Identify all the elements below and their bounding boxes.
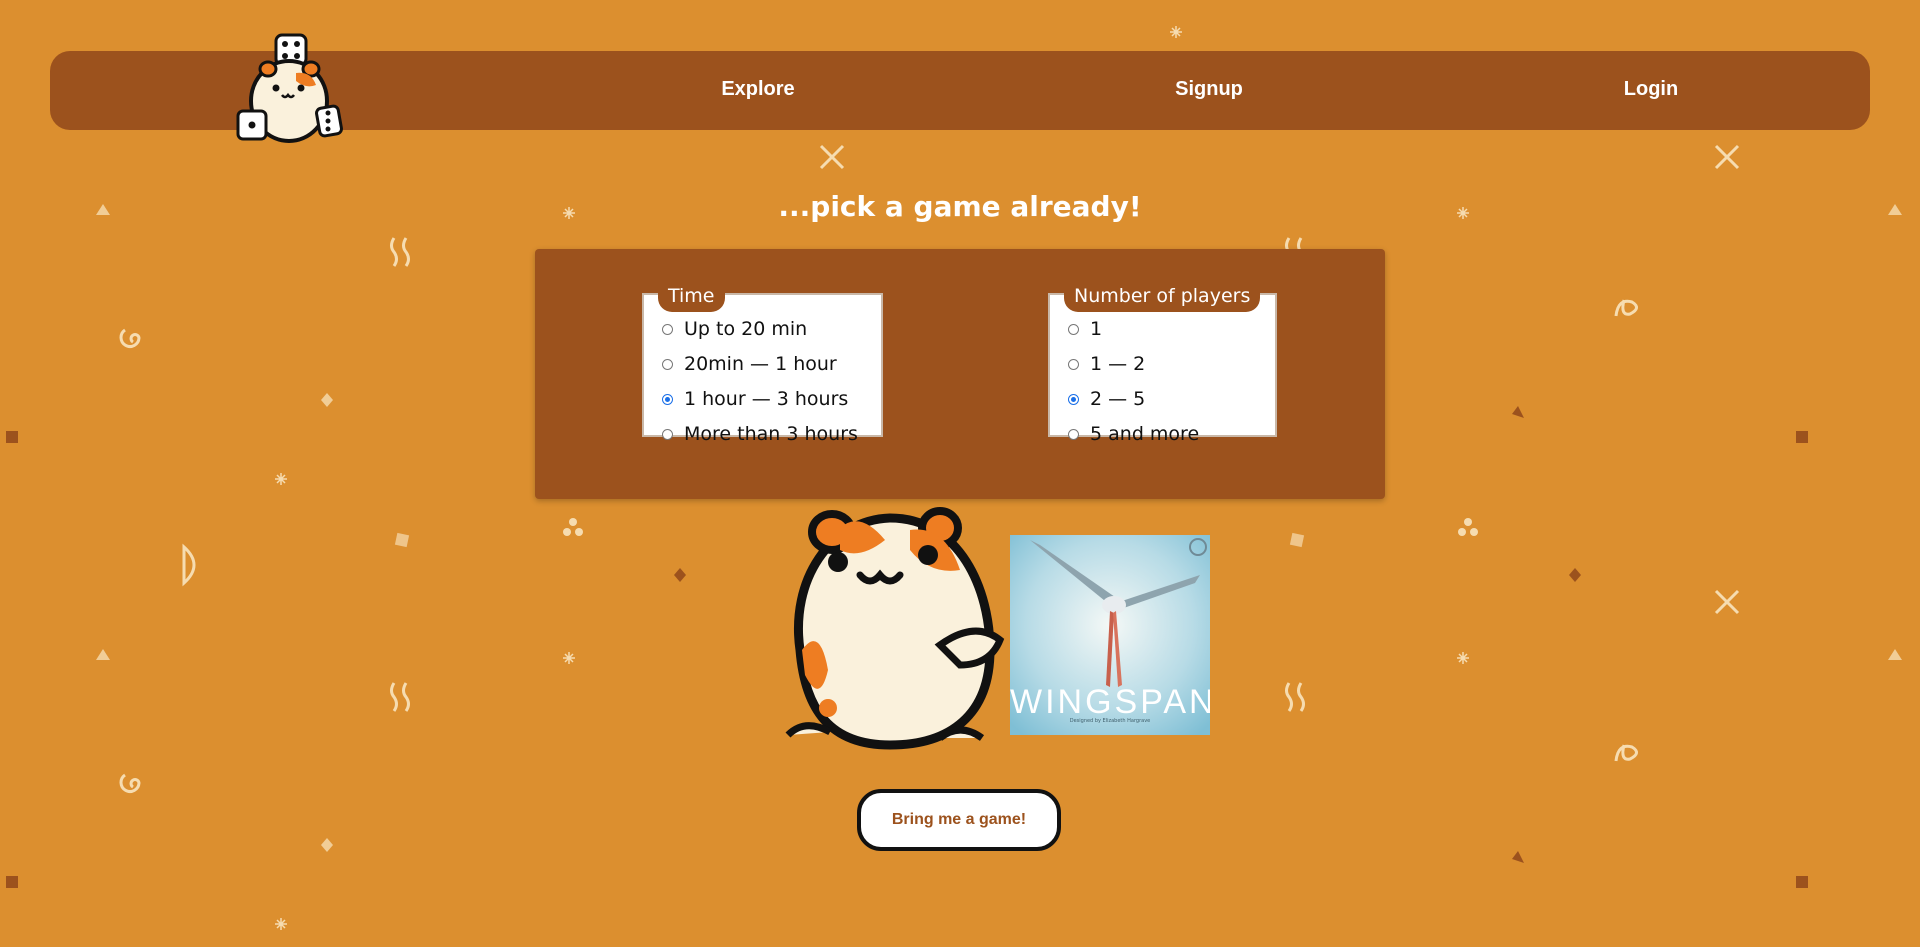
background-doodle [275, 473, 287, 485]
background-doodle [575, 528, 583, 536]
players-legend: Number of players [1064, 283, 1261, 312]
time-option-label: More than 3 hours [684, 423, 858, 445]
time-option-label: 1 hour — 3 hours [684, 388, 849, 410]
background-doodle [1464, 518, 1472, 526]
time-option[interactable]: 20min — 1 hour [662, 353, 837, 375]
time-option-label: Up to 20 min [684, 318, 808, 340]
players-option[interactable]: 1 [1068, 318, 1102, 340]
time-option[interactable]: 1 hour — 3 hours [662, 388, 848, 410]
time-legend: Time [658, 283, 725, 312]
time-radio[interactable] [662, 323, 673, 335]
time-radio[interactable] [662, 428, 673, 440]
time-fieldset: Time Up to 20 min 20min — 1 hour 1 hour … [642, 283, 883, 445]
background-doodle [6, 431, 18, 443]
background-doodle [569, 518, 577, 526]
background-doodle [1888, 649, 1902, 660]
background-doodle [1796, 876, 1808, 888]
filter-panel: Time Up to 20 min 20min — 1 hour 1 hour … [535, 249, 1385, 499]
background-doodle [119, 328, 141, 348]
time-radio[interactable] [662, 393, 673, 405]
background-doodle [390, 682, 410, 712]
players-fieldset: Number of players 1 1 — 2 2 — 5 5 and mo… [1048, 283, 1277, 445]
background-doodle [1170, 26, 1182, 38]
players-option-label: 1 — 2 [1090, 353, 1146, 375]
background-doodle [1569, 568, 1581, 582]
background-doodle [1512, 406, 1524, 418]
page-title: ...pick a game already! [778, 190, 1142, 223]
background-doodle [96, 649, 110, 660]
players-option[interactable]: 5 and more [1068, 423, 1199, 445]
background-doodle [819, 144, 845, 170]
background-doodle [1458, 528, 1466, 536]
background-doodle [1457, 652, 1469, 664]
background-doodle [1796, 431, 1808, 443]
background-doodle [1285, 682, 1305, 712]
game-subtitle: Designed by Elizabeth Hargrave [1069, 718, 1151, 724]
time-option-label: 20min — 1 hour [684, 353, 837, 375]
bring-game-button[interactable]: Bring me a game! [857, 789, 1061, 851]
nav-login-link[interactable]: Login [1624, 78, 1678, 101]
time-option[interactable]: More than 3 hours [662, 423, 858, 445]
nav-explore-link[interactable]: Explore [721, 78, 794, 101]
players-option-label: 2 — 5 [1090, 388, 1146, 410]
game-cover-image[interactable]: WINGSPAN Designed by Elizabeth Hargrave [1010, 535, 1210, 735]
players-radio[interactable] [1068, 358, 1079, 370]
background-doodle [674, 568, 686, 582]
players-radio[interactable] [1068, 428, 1079, 440]
background-doodle [119, 773, 141, 793]
players-option[interactable]: 2 — 5 [1068, 388, 1145, 410]
time-option[interactable]: Up to 20 min [662, 318, 807, 340]
background-doodle [563, 652, 575, 664]
background-doodle [1470, 528, 1478, 536]
background-doodle [1614, 299, 1638, 317]
background-doodle [1512, 851, 1524, 863]
players-option[interactable]: 1 — 2 [1068, 353, 1145, 375]
background-doodle [394, 532, 410, 548]
background-doodle [321, 838, 333, 852]
background-doodle [1714, 589, 1740, 615]
hamster-with-dice-icon[interactable] [236, 33, 346, 143]
players-option-label: 1 [1090, 318, 1103, 340]
background-doodle [275, 918, 287, 930]
background-doodle [321, 393, 333, 407]
game-title: WINGSPAN [1010, 683, 1210, 721]
players-radio[interactable] [1068, 393, 1079, 405]
background-doodle [1289, 532, 1305, 548]
hamster-mascot-icon [785, 507, 1005, 750]
background-doodle [1614, 744, 1638, 762]
background-doodle [6, 876, 18, 888]
background-doodle [390, 237, 410, 267]
time-radio[interactable] [662, 358, 673, 370]
nav-signup-link[interactable]: Signup [1175, 78, 1243, 101]
players-radio[interactable] [1068, 323, 1079, 335]
background-doodle [563, 528, 571, 536]
background-doodle [1714, 144, 1740, 170]
players-option-label: 5 and more [1090, 423, 1200, 445]
background-doodle [182, 543, 196, 587]
